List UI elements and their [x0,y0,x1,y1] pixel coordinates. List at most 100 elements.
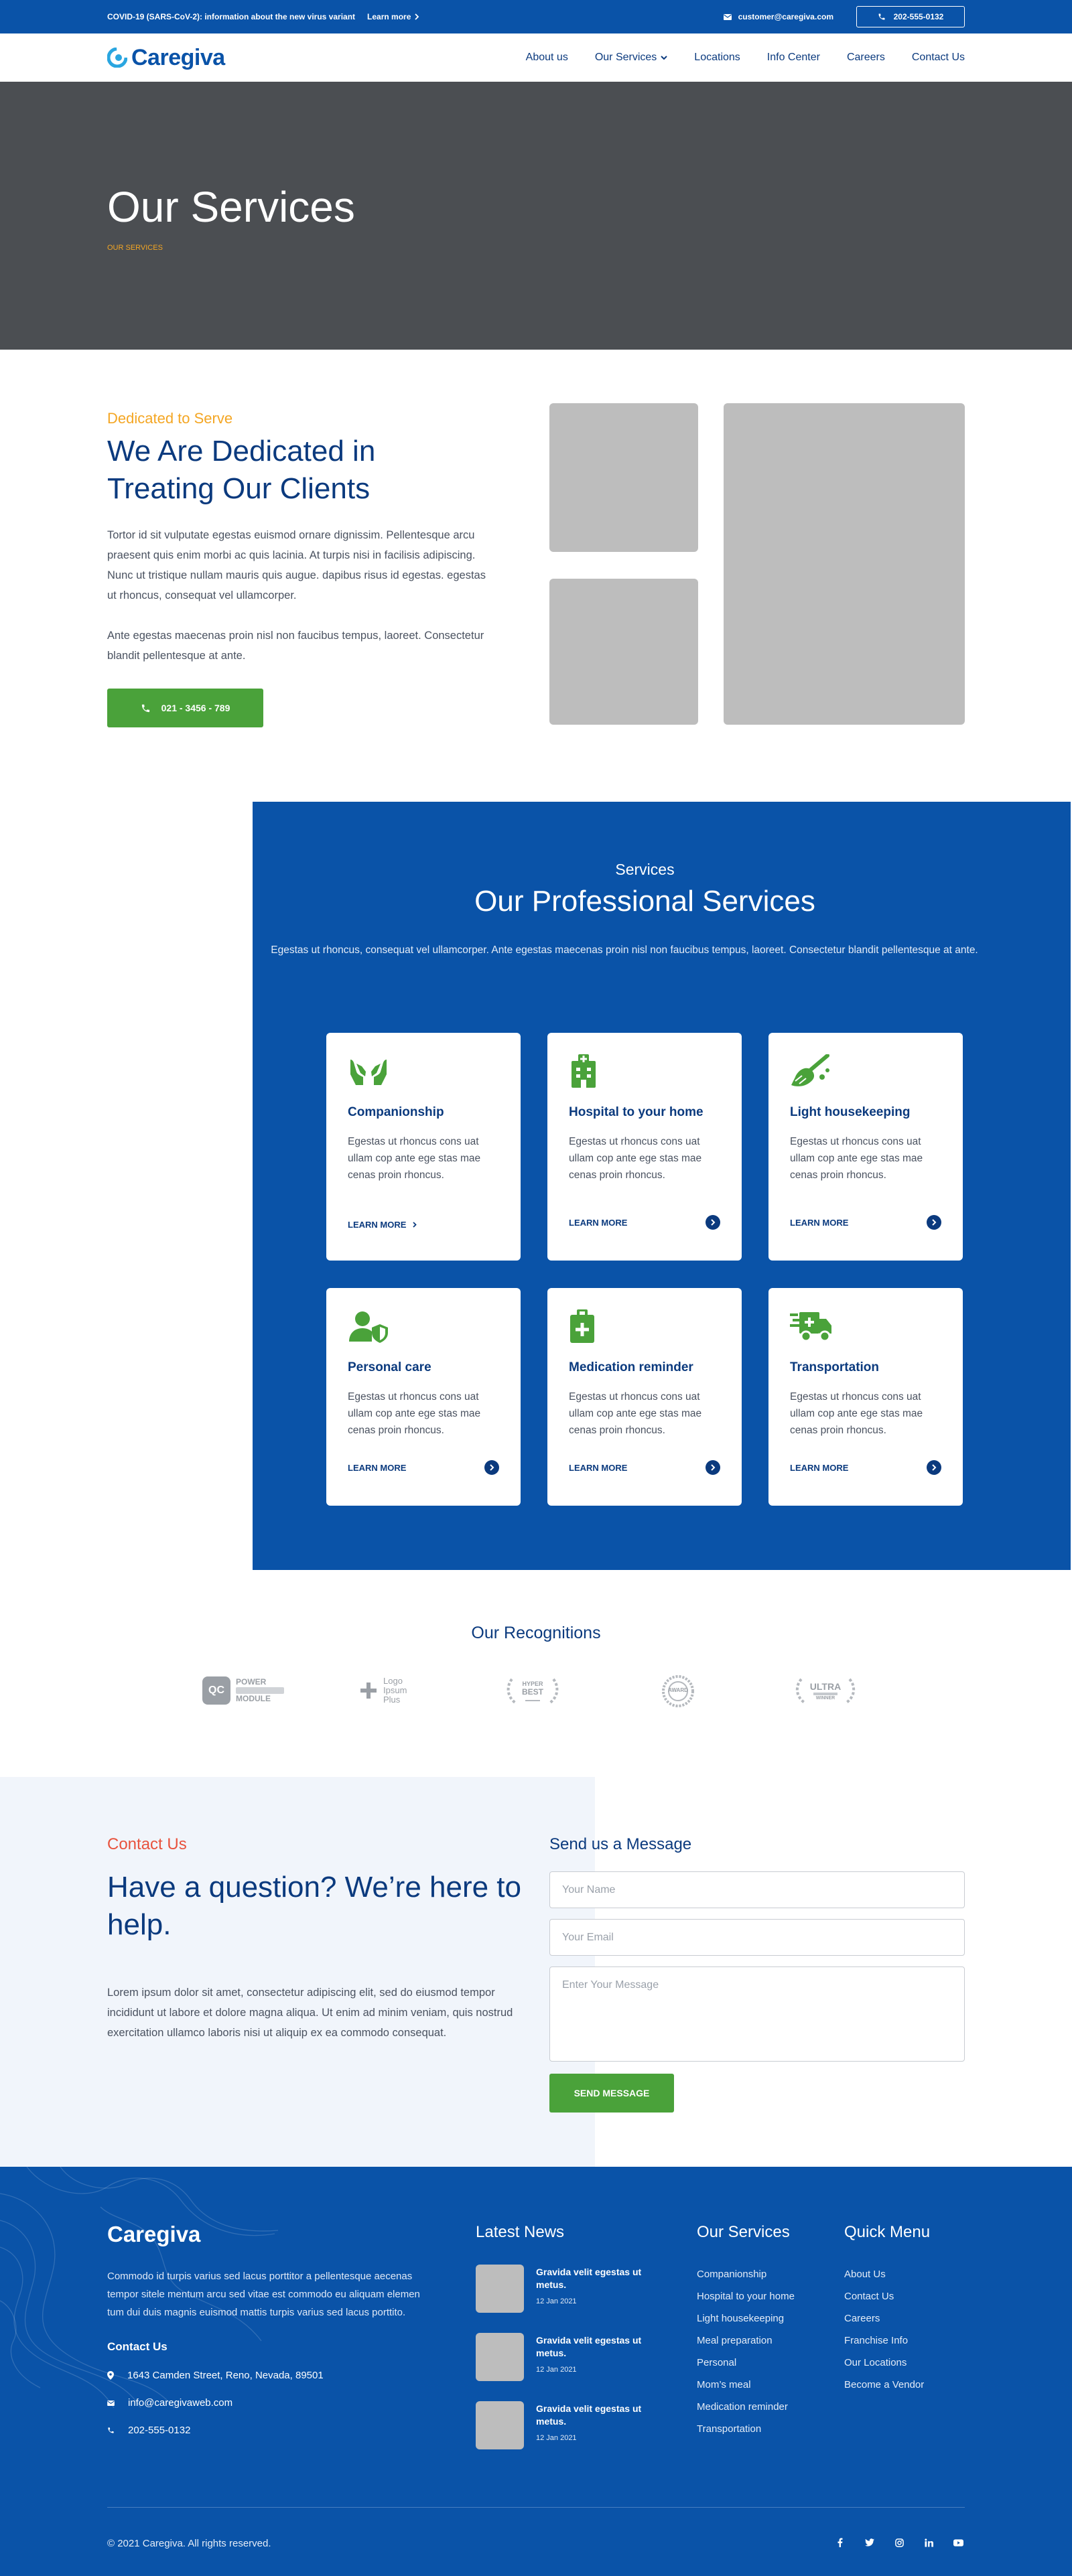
learn-more-label: Learn more [367,12,411,21]
topbar-email: customer@caregiva.com [738,12,833,21]
copyright: © 2021 Caregiva. All rights reserved. [107,2538,271,2549]
service-card-personal-care[interactable]: Personal care Egestas ut rhoncus cons ua… [326,1288,521,1506]
youtube-icon[interactable] [952,2536,964,2549]
footer-email-link[interactable]: info@caregivaweb.com [107,2397,429,2409]
learn-more-link[interactable]: Learn more [367,12,419,21]
breadcrumb[interactable]: OUR SERVICES [107,244,965,252]
news-item[interactable]: Gravida velit egestas ut metus. 12 Jan 20… [476,2265,643,2313]
send-message-button[interactable]: SEND MESSAGE [549,2074,674,2113]
dedicated-title: We Are Dedicated in Treating Our Clients [107,435,376,505]
service-card-medication-reminder[interactable]: Medication reminder Egestas ut rhoncus c… [547,1288,742,1506]
recognition-logo-line: AWARD [668,1687,688,1693]
recognition-logo-ipsum-plus: Logo Ipsum Plus [359,1676,407,1705]
footer-link-about-us[interactable]: About Us [844,2269,930,2280]
footer-link-moms-meal[interactable]: Mom’s meal [697,2379,795,2390]
page-hero: Our Services OUR SERVICES [0,82,1072,350]
medkit-icon [569,1309,720,1347]
chevron-right-icon [415,13,419,20]
news-thumbnail [476,2265,524,2313]
image-placeholder [724,403,965,725]
footer-phone-link[interactable]: 202-555-0132 [107,2425,429,2436]
quick-menu-heading: Quick Menu [844,2223,931,2241]
call-phone-button[interactable]: 021 - 3456 - 789 [107,689,263,727]
footer-link-transportation[interactable]: Transportation [697,2423,795,2435]
footer-quick-menu: Quick Menu About Us Contact Us Careers F… [844,2223,930,2390]
nav-info-center[interactable]: Info Center [767,52,820,64]
footer-link-companionship[interactable]: Companionship [697,2269,795,2280]
footer-link-light-housekeeping[interactable]: Light housekeeping [697,2313,795,2324]
facebook-icon[interactable] [834,2536,846,2549]
covid-notice: COVID-19 (SARS-CoV-2): information about… [107,12,356,21]
service-card-hospital-to-home[interactable]: Hospital to your home Egestas ut rhoncus… [547,1033,742,1261]
service-card-companionship[interactable]: Companionship Egestas ut rhoncus cons ua… [326,1033,521,1261]
twitter-icon[interactable] [864,2536,876,2549]
mail-icon [723,13,732,20]
recognition-logo-ultra: ULTRA WINNER [791,1675,860,1706]
learn-more-link[interactable]: LEARN MORE [569,1215,720,1230]
news-item[interactable]: Gravida velit egestas ut metus. 12 Jan 20… [476,2333,643,2381]
news-thumbnail [476,2333,524,2381]
footer-link-franchise-info[interactable]: Franchise Info [844,2335,930,2346]
footer-phone-text: 202-555-0132 [128,2425,191,2436]
nav-our-services-label: Our Services [594,52,657,63]
contact-form-title: Send us a Message [549,1835,692,1853]
news-item[interactable]: Gravida velit egestas ut metus. 12 Jan 20… [476,2401,643,2449]
footer-link-hospital-to-home[interactable]: Hospital to your home [697,2291,795,2302]
site-logo[interactable]: Caregiva [107,45,225,71]
chevron-down-icon [661,55,668,60]
footer-description: Commodo id turpis varius sed lacus portt… [107,2271,420,2318]
recognition-logo-line: HYPER [522,1680,543,1687]
footer-link-careers[interactable]: Careers [844,2313,930,2324]
arrow-circle-icon [484,1460,499,1475]
footer-logo[interactable]: Caregiva [107,2222,429,2247]
services-title: Our Professional Services [474,885,815,918]
nav-careers[interactable]: Careers [847,52,885,64]
service-card-light-housekeeping[interactable]: Light housekeeping Egestas ut rhoncus co… [768,1033,963,1261]
recognition-logo-line: POWER [236,1677,267,1687]
message-field[interactable]: Enter Your Message [549,1966,965,2062]
footer-link-our-locations[interactable]: Our Locations [844,2357,930,2368]
qc-badge: QC [202,1676,230,1705]
service-card-text: Egestas ut rhoncus cons uat ullam cop an… [790,1136,923,1181]
topbar-phone-button[interactable]: 202-555-0132 [856,6,965,27]
name-field[interactable]: Your Name [549,1871,965,1908]
mail-icon [107,2400,115,2406]
recognition-logo-hyper-best: HYPER BEST [503,1675,563,1706]
logo-text: Caregiva [131,44,225,70]
learn-more-link[interactable]: LEARN MORE [790,1215,941,1230]
footer-email-text: info@caregivaweb.com [128,2397,233,2409]
recognition-logo-bar [236,1687,284,1694]
footer-address-text: 1643 Camden Street, Reno, Nevada, 89501 [127,2370,324,2381]
arrow-circle-icon [927,1215,941,1230]
dedicated-paragraph-2: Ante egestas maecenas proin nisl non fau… [107,630,484,662]
user-shield-icon [348,1309,499,1347]
email-field[interactable]: Your Email [549,1919,965,1956]
learn-more-link[interactable]: LEARN MORE [348,1220,499,1230]
footer-services-heading: Our Services [697,2223,790,2241]
footer-link-medication-reminder[interactable]: Medication reminder [697,2401,795,2413]
footer-link-become-vendor[interactable]: Become a Vendor [844,2379,930,2390]
service-card-transportation[interactable]: Transportation Egestas ut rhoncus cons u… [768,1288,963,1506]
service-card-title: Transportation [790,1360,880,1374]
footer-link-meal-preparation[interactable]: Meal preparation [697,2335,795,2346]
instagram-icon[interactable] [893,2536,905,2549]
hospital-icon [569,1054,720,1092]
nav-about-us[interactable]: About us [526,52,568,64]
hands-icon [348,1054,499,1092]
topbar-email-link[interactable]: customer@caregiva.com [723,12,833,21]
services-eyebrow: Services [615,861,675,878]
page-title: Our Services [107,183,355,231]
learn-more-link[interactable]: LEARN MORE [790,1460,941,1475]
news-title: Gravida velit egestas ut metus. [536,2403,642,2427]
linkedin-icon[interactable] [923,2536,935,2549]
learn-more-link[interactable]: LEARN MORE [348,1460,499,1475]
image-placeholder [549,579,698,725]
learn-more-label: LEARN MORE [790,1217,849,1228]
footer-link-contact-us[interactable]: Contact Us [844,2291,930,2302]
nav-contact-us[interactable]: Contact Us [912,52,965,64]
nav-our-services[interactable]: Our Services [594,52,668,64]
recognition-logo-award: AWARD [653,1674,704,1709]
footer-link-personal[interactable]: Personal [697,2357,795,2368]
learn-more-link[interactable]: LEARN MORE [569,1460,720,1475]
nav-locations[interactable]: Locations [694,52,740,64]
